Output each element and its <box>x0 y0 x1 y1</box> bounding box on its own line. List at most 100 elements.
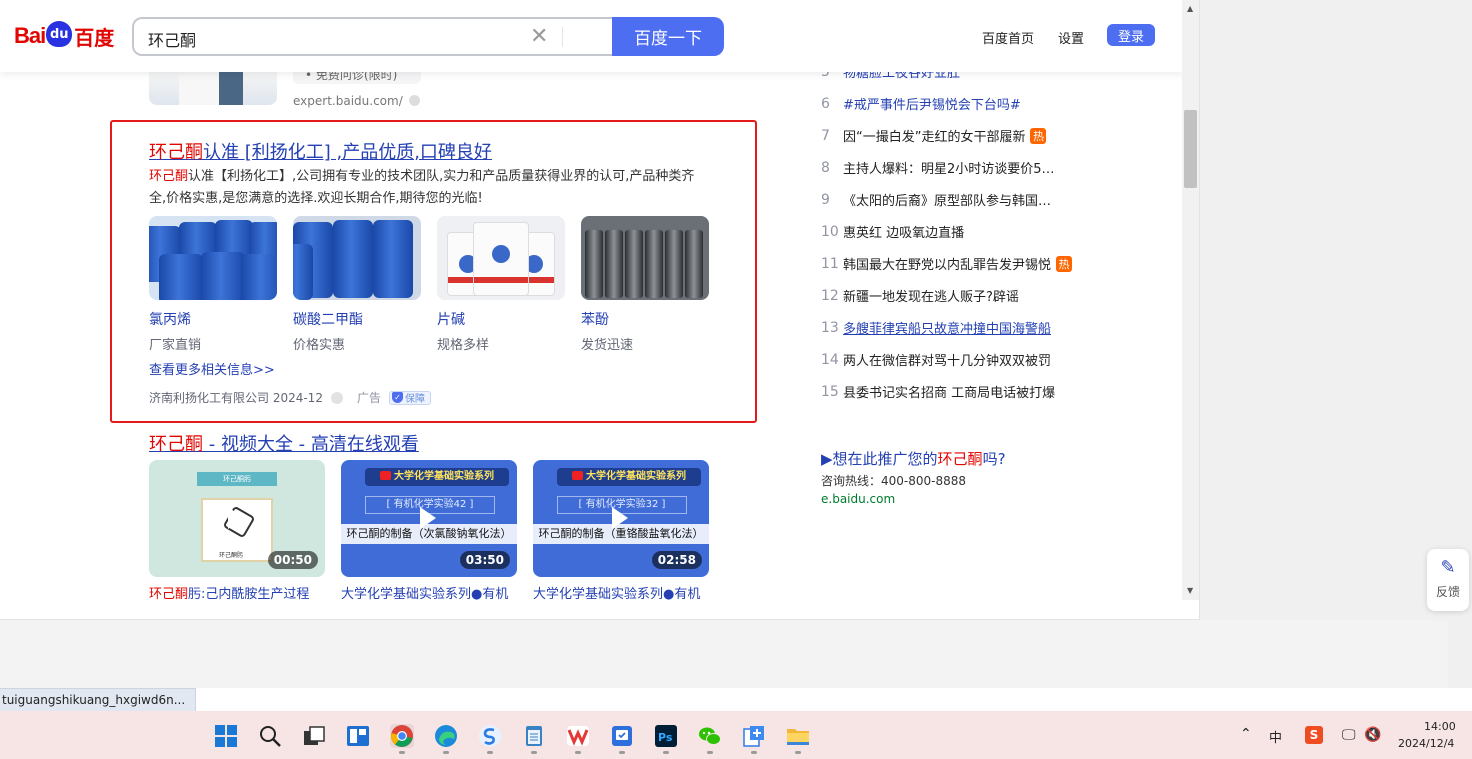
nav-settings-link[interactable]: 设置 <box>1058 28 1084 47</box>
wps-office-icon[interactable] <box>566 724 590 748</box>
video-results-title-link[interactable]: 环己酮 - 视频大全 - 高清在线观看 <box>149 430 419 456</box>
hot-text: 韩国最大在野党以内乱罪告发尹锡悦 <box>843 258 1052 273</box>
ad-description: 环己酮认准【利扬化工】,公司拥有专业的技术团队,实力和产品质量获得业界的认可,产… <box>149 166 701 210</box>
product-name[interactable]: 苯酚 <box>581 309 709 329</box>
task-view-icon[interactable] <box>302 724 326 748</box>
ad-title-text: 认准 [利扬化工] ,产品优质,口碑良好 <box>203 142 492 163</box>
video-card[interactable]: 环己酮肟 环己酮肟 00:50 <box>149 460 325 577</box>
clock-time[interactable]: 14:00 <box>1424 720 1456 733</box>
photoshop-icon[interactable]: Ps <box>654 724 678 748</box>
wechat-icon[interactable] <box>698 724 722 748</box>
blue-drums-image[interactable] <box>149 216 277 300</box>
chrome-icon[interactable] <box>390 724 414 748</box>
result-source-url: expert.baidu.com/ <box>293 94 420 108</box>
widgets-icon[interactable] <box>346 724 370 748</box>
video-title-link[interactable]: 大学化学基础实验系列●有机 <box>533 583 700 602</box>
login-button[interactable]: 登录 <box>1107 24 1155 46</box>
ad-title-link[interactable]: 环己酮认准 [利扬化工] ,产品优质,口碑良好 <box>149 138 492 164</box>
clear-icon[interactable]: ✕ <box>530 24 548 49</box>
vertical-scrollbar[interactable]: ▲ ▼ <box>1182 0 1199 600</box>
chevron-up-icon[interactable]: ⌃ <box>1240 726 1252 742</box>
chemical-bags-image[interactable] <box>437 216 565 300</box>
video-series-banner: 大学化学基础实验系列 <box>365 468 509 486</box>
running-indicator <box>443 751 449 754</box>
steel-drums-image[interactable] <box>581 216 709 300</box>
windows-start-icon[interactable] <box>214 724 238 748</box>
advertiser-name: 济南利扬化工有限公司 2024-12 <box>149 391 323 405</box>
video-card[interactable]: 大学化学基础实验系列 [ 有机化学实验42 ] 环己酮的制备（次氯酸钠氧化法） … <box>341 460 517 577</box>
ad-desc-keyword: 环己酮 <box>149 169 189 184</box>
hot-rank: 8 <box>821 159 830 176</box>
video-card[interactable]: 大学化学基础实验系列 [ 有机化学实验32 ] 环己酮的制备（重铬酸盐氧化法） … <box>533 460 709 577</box>
hot-list-item[interactable]: 12 新疆一地发现在逃人贩子?辟谣 <box>821 286 1019 306</box>
promote-link[interactable]: ▶想在此推广您的环己酮吗? <box>821 448 1006 469</box>
product-name[interactable]: 氯丙烯 <box>149 309 277 329</box>
hot-list-item[interactable]: 6 #戒严事件后尹锡悦会下台吗# <box>821 94 1021 114</box>
nav-home-link[interactable]: 百度首页 <box>982 28 1034 47</box>
hot-text: 主持人爆料：明星2小时访谈要价5… <box>843 162 1055 177</box>
hot-list-item[interactable]: 7 因“一撮白发”走红的女干部履新热 <box>821 126 1047 145</box>
screenshot-tool-icon[interactable] <box>610 724 634 748</box>
running-indicator <box>707 751 713 754</box>
hot-text: #戒严事件后尹锡悦会下台吗# <box>843 98 1021 113</box>
product-card-dimethyl-carbonate[interactable]: 碳酸二甲酯 价格实惠 <box>293 216 421 353</box>
clock-date[interactable]: 2024/12/4 <box>1398 737 1454 750</box>
search-icon[interactable] <box>258 724 282 748</box>
running-indicator <box>399 751 405 754</box>
search-header: Bai du 百度 环己酮 ✕ 百度一下 百度首页 设置 登录 <box>0 0 1184 72</box>
hot-list-item[interactable]: 8 主持人爆料：明星2小时访谈要价5… <box>821 158 1055 178</box>
ad-label: 广告 <box>356 391 381 405</box>
product-card-phenol[interactable]: 苯酚 发货迅速 <box>581 216 709 353</box>
file-explorer-icon[interactable] <box>786 724 810 748</box>
product-name[interactable]: 碳酸二甲酯 <box>293 309 421 329</box>
edge-icon[interactable] <box>434 724 458 748</box>
scroll-up-arrow-icon[interactable]: ▲ <box>1187 4 1193 13</box>
sogou-browser-icon[interactable] <box>478 724 502 748</box>
network-icon[interactable]: 🖵 <box>1342 727 1356 743</box>
promote-suffix: 吗? <box>982 450 1006 468</box>
hot-badge: 热 <box>1056 255 1073 272</box>
scrollbar-thumb[interactable] <box>1184 110 1197 188</box>
hot-list-item[interactable]: 15 县委书记实名招商 工商局电话被打爆 <box>821 382 1055 402</box>
play-icon[interactable] <box>228 506 244 529</box>
video-duration: 00:50 <box>267 551 318 569</box>
add-app-icon[interactable] <box>742 724 766 748</box>
promote-url[interactable]: e.baidu.com <box>821 492 895 506</box>
video-title-keyword: 环己酮 <box>149 434 203 455</box>
hot-list-item[interactable]: 14 两人在微信群对骂十几分钟双双被罚 <box>821 350 1051 370</box>
volume-muted-icon[interactable]: 🔇 <box>1364 727 1381 743</box>
hot-list-item[interactable]: 13 多艘菲律宾船只故意冲撞中国海警船 <box>821 318 1052 338</box>
search-button[interactable]: 百度一下 <box>612 17 724 56</box>
blue-steel-drums-image[interactable] <box>293 216 421 300</box>
logo-du: 百度 <box>74 25 115 50</box>
hot-rank: 13 <box>821 319 839 336</box>
product-card-caustic-soda[interactable]: 片碱 规格多样 <box>437 216 565 353</box>
source-info-icon[interactable] <box>408 95 420 106</box>
search-box[interactable]: 环己酮 ✕ <box>132 17 614 56</box>
scroll-down-arrow-icon[interactable]: ▼ <box>1187 586 1193 595</box>
hot-rank: 9 <box>821 191 830 208</box>
guarantee-badge[interactable]: ✓ 保障 <box>388 390 431 405</box>
play-icon[interactable] <box>420 506 436 529</box>
sogou-input-icon[interactable]: S <box>1305 726 1323 744</box>
product-name[interactable]: 片碱 <box>437 309 565 329</box>
search-input[interactable]: 环己酮 <box>148 27 196 51</box>
feedback-label: 反馈 <box>1435 585 1460 599</box>
hot-list-item[interactable]: 11 韩国最大在野党以内乱罪告发尹锡悦热 <box>821 254 1073 273</box>
advertiser-info-icon[interactable] <box>330 391 343 404</box>
notepad-icon[interactable] <box>522 724 546 748</box>
feedback-button[interactable]: ✎ 反馈 <box>1427 549 1469 611</box>
view-more-link[interactable]: 查看更多相关信息>> <box>149 359 275 378</box>
hot-list-item[interactable]: 9 《太阳的后裔》原型部队参与韩国… <box>821 190 1051 210</box>
play-icon[interactable] <box>612 506 628 529</box>
baidu-logo[interactable]: Bai du 百度 <box>14 18 114 54</box>
hot-text: 新疆一地发现在逃人贩子?辟谣 <box>843 290 1019 305</box>
product-card-allyl-chloride[interactable]: 氯丙烯 厂家直销 <box>149 216 277 353</box>
ad-footer: 济南利扬化工有限公司 2024-12 广告 ✓ 保障 <box>149 389 431 406</box>
svg-text:Ps: Ps <box>658 731 673 744</box>
hot-list-item[interactable]: 10 惠英红 边吸氧边直播 <box>821 222 964 242</box>
hot-text: 多艘菲律宾船只故意冲撞中国海警船 <box>843 322 1052 337</box>
input-method-indicator[interactable]: 中 <box>1269 727 1282 746</box>
video-title-link[interactable]: 大学化学基础实验系列●有机 <box>341 583 508 602</box>
video-title-link[interactable]: 环己酮肟:己内酰胺生产过程 <box>149 583 309 602</box>
